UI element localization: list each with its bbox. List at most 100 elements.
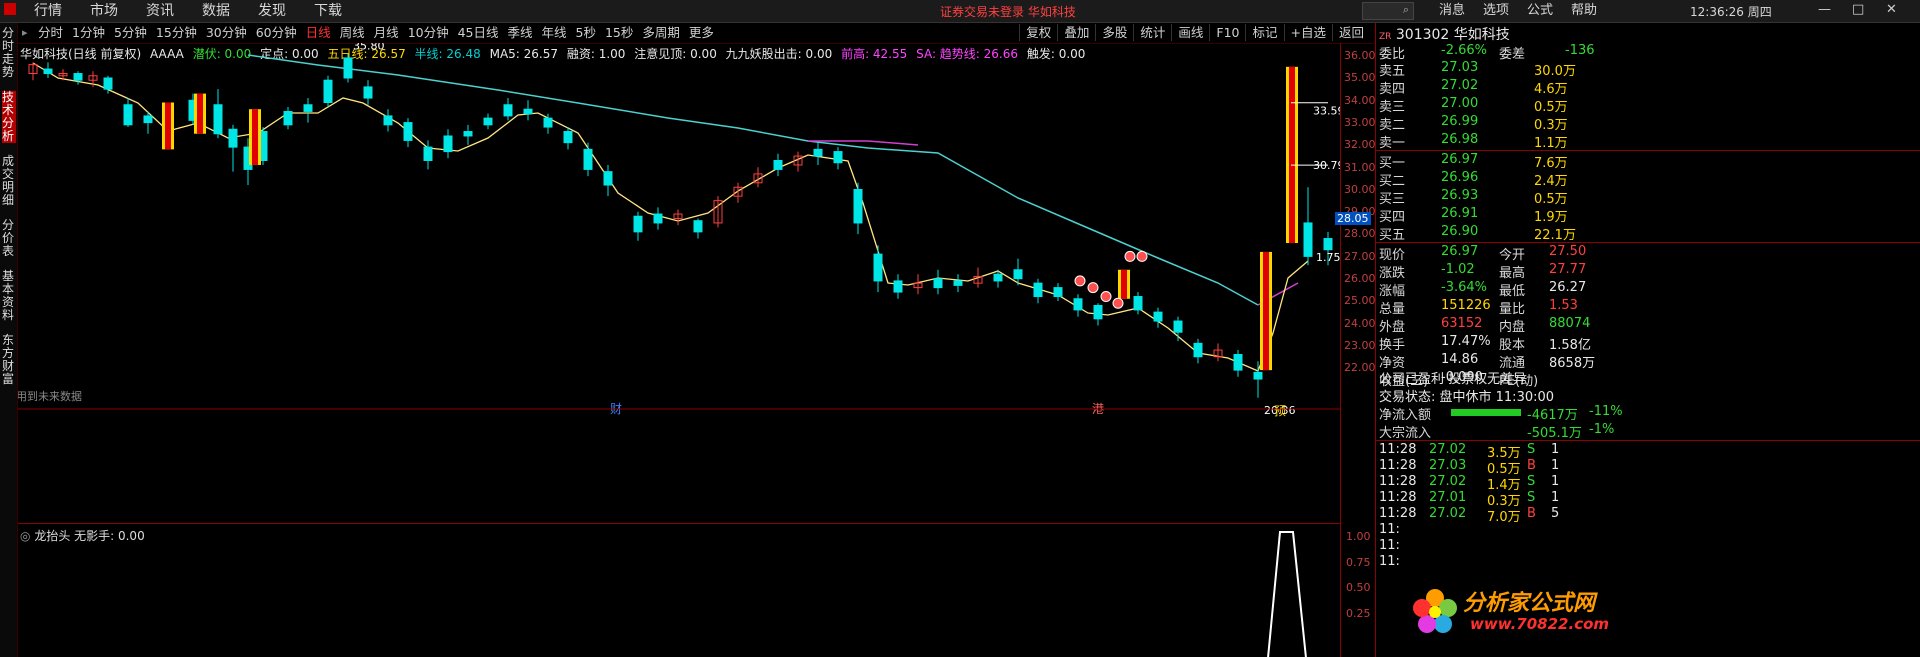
candle-body [1193, 342, 1203, 358]
signal-bar-core [165, 102, 171, 150]
period-tab-15[interactable]: 多周期 [642, 25, 680, 41]
candle-body [363, 86, 373, 99]
sell-level-3[interactable]: 卖三 27.00 0.5万 [1379, 96, 1919, 115]
stat-value: 17.47% [1441, 334, 1491, 349]
period-tab-8[interactable]: 月线 [374, 25, 399, 41]
flow-value: -505.1万 [1527, 426, 1582, 441]
left-nav-0[interactable]: 分时走势 [2, 27, 16, 79]
buy-level-1[interactable]: 买一 26.97 7.6万 [1379, 152, 1919, 171]
top-right-0[interactable]: 消息 [1430, 2, 1474, 20]
signal-bar-core [1289, 66, 1295, 244]
buy-level-2[interactable]: 买二 26.96 2.4万 [1379, 170, 1919, 189]
level-label: 卖三 [1379, 100, 1406, 115]
period-tab-4[interactable]: 30分钟 [206, 25, 247, 41]
stat-label-2: 最低 [1499, 284, 1526, 299]
stock-header: ZR 301302 华如科技 [1379, 24, 1510, 43]
price-axis: 36.0035.0034.0033.0032.0031.0030.0029.00… [1335, 43, 1376, 657]
tool-1[interactable]: 叠加 [1057, 24, 1095, 41]
left-nav-3[interactable]: 分价表 [2, 219, 16, 258]
stat-value: -3.64% [1441, 280, 1487, 295]
tick-time: 11:28 [1379, 490, 1417, 505]
level-volume: 0.5万 [1534, 192, 1568, 207]
sell-level-5[interactable]: 卖五 27.03 30.0万 [1379, 60, 1919, 79]
tool-7[interactable]: +自选 [1283, 24, 1332, 41]
search-box[interactable]: ⌕ [1362, 2, 1414, 20]
period-tab-1[interactable]: 1分钟 [72, 25, 105, 41]
period-tabs: 分时 1分钟 5分钟 15分钟 30分钟 60分钟 日线 周线 月线 10分钟 45日线 季线 年线 5秒… [38, 25, 723, 41]
menu-3[interactable]: 数据 [188, 2, 244, 20]
buy-level-3[interactable]: 买三 26.93 0.5万 [1379, 188, 1919, 207]
left-nav-5[interactable]: 东方财富 [2, 334, 16, 386]
buy-level-5[interactable]: 买五 26.90 22.1万 [1379, 224, 1919, 243]
ticks-divider [1376, 440, 1920, 441]
period-tab-3[interactable]: 15分钟 [156, 25, 197, 41]
candlestick-chart[interactable]: 35.8033.59030.79020.361.75用到未来数据财港预 [18, 43, 1340, 517]
tick-price: 27.03 [1429, 458, 1467, 473]
left-nav-1[interactable]: 技术分析 [2, 91, 16, 143]
period-tab-9[interactable]: 10分钟 [408, 25, 449, 41]
collapse-icon[interactable]: ▸ [22, 26, 28, 39]
trade-state: 交易状态: 盘中休市 11:30:00 [1379, 390, 1555, 405]
flow-row: 净流入额 -4617万 -11% [1379, 404, 1919, 423]
menu-2[interactable]: 资讯 [132, 2, 188, 20]
period-tab-14[interactable]: 15秒 [605, 25, 633, 41]
tool-6[interactable]: 标记 [1245, 24, 1283, 41]
level-price: 26.99 [1441, 114, 1479, 129]
buy-level-4[interactable]: 买四 26.91 1.9万 [1379, 206, 1919, 225]
tool-2[interactable]: 多股 [1095, 24, 1133, 41]
tick-price: 27.02 [1429, 474, 1467, 489]
tick-count: 1 [1551, 490, 1560, 505]
login-notice[interactable]: 证券交易未登录 华如科技 [940, 3, 1076, 20]
tool-4[interactable]: 画线 [1171, 24, 1209, 41]
period-tab-5[interactable]: 60分钟 [256, 25, 297, 41]
left-nav-2[interactable]: 成交明细 [2, 155, 16, 207]
left-nav-4[interactable]: 基本资料 [2, 270, 16, 322]
signal-ball [1100, 291, 1112, 303]
maximize-icon[interactable]: □ [1852, 2, 1864, 17]
period-tab-16[interactable]: 更多 [689, 25, 714, 41]
tool-5[interactable]: F10 [1209, 24, 1245, 41]
candle-body [303, 104, 313, 112]
tool-8[interactable]: 返回 [1331, 24, 1370, 41]
tool-3[interactable]: 统计 [1133, 24, 1171, 41]
candle-body [1033, 282, 1043, 298]
period-tab-7[interactable]: 周线 [340, 25, 365, 41]
period-tab-2[interactable]: 5分钟 [114, 25, 147, 41]
candle-body [403, 122, 413, 141]
period-tab-13[interactable]: 5秒 [576, 25, 596, 41]
menu-4[interactable]: 发现 [244, 2, 300, 20]
level-label: 买五 [1379, 228, 1406, 243]
period-tab-0[interactable]: 分时 [38, 25, 63, 41]
top-right-2[interactable]: 公式 [1518, 2, 1562, 20]
period-tab-12[interactable]: 年线 [542, 25, 567, 41]
forecast-marker: 预 [1274, 404, 1286, 418]
long-ma-line [247, 54, 1259, 306]
menu-5[interactable]: 下载 [300, 2, 356, 20]
candle-body [1323, 238, 1333, 251]
stat-value-2: 8658万 [1549, 356, 1596, 371]
period-toolbar: ▸ 分时 1分钟 5分钟 15分钟 30分钟 60分钟 日线 周线 月线 10分钟 45日线 季线 年线… [18, 23, 1374, 44]
stock-name: 华如科技 [1453, 27, 1510, 43]
candle-body [383, 115, 393, 126]
menu-0[interactable]: 行情 [20, 2, 76, 20]
sell-level-4[interactable]: 卖四 27.02 4.6万 [1379, 78, 1919, 97]
price-tick: 33.00 [1344, 115, 1376, 129]
signal-ball [1112, 297, 1124, 309]
period-tab-6[interactable]: 日线 [306, 25, 331, 41]
sell-level-2[interactable]: 卖二 26.99 0.3万 [1379, 114, 1919, 133]
candle-body [73, 73, 83, 81]
tool-0[interactable]: 复权 [1019, 24, 1057, 41]
zr-badge: ZR [1379, 32, 1392, 42]
candle-body [1093, 304, 1103, 320]
minimize-icon[interactable]: — [1818, 2, 1831, 17]
top-right-1[interactable]: 选项 [1474, 2, 1518, 20]
period-tab-11[interactable]: 季线 [508, 25, 533, 41]
sell-level-1[interactable]: 卖一 26.98 1.1万 [1379, 132, 1919, 151]
candle-body [1053, 287, 1063, 298]
period-tab-10[interactable]: 45日线 [458, 25, 499, 41]
sub-indicator-chart[interactable] [18, 524, 1340, 657]
candle-body [1013, 269, 1023, 280]
close-icon[interactable]: ✕ [1886, 2, 1897, 17]
top-right-3[interactable]: 帮助 [1562, 2, 1606, 20]
menu-1[interactable]: 市场 [76, 2, 132, 20]
